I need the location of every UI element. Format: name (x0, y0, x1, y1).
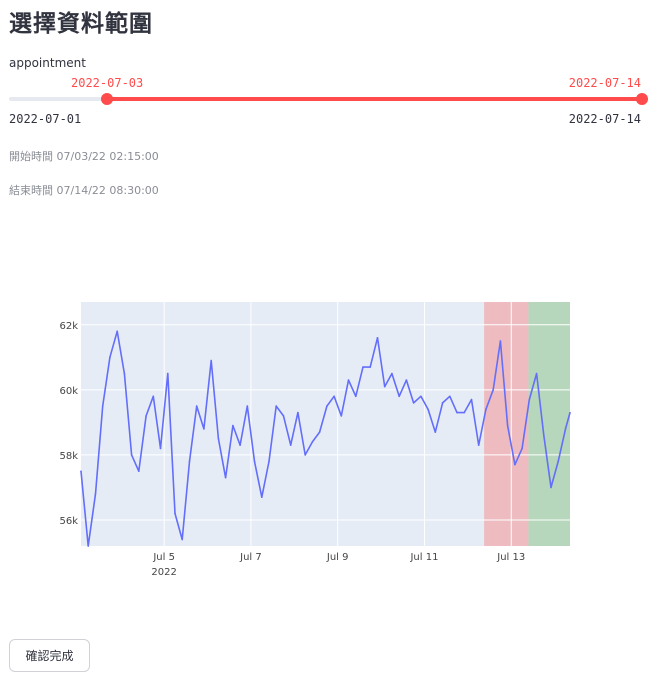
data-point (542, 434, 545, 437)
data-point (550, 486, 552, 489)
data-point (362, 366, 364, 368)
data-point (347, 379, 350, 381)
slider-min-label: 2022-07-01 (9, 112, 82, 126)
data-point (166, 372, 169, 375)
y-tick-label: 62k (59, 321, 78, 332)
data-point (521, 447, 523, 450)
data-point (123, 372, 126, 375)
x-tick-label: Jul 5 (152, 552, 175, 563)
data-point (210, 359, 212, 362)
data-point (485, 408, 487, 411)
slider-max-label: 2022-07-14 (568, 112, 641, 126)
data-point (181, 538, 184, 541)
y-tick-label: 60k (59, 386, 78, 397)
data-point (569, 411, 571, 414)
data-point (535, 372, 538, 375)
data-point (239, 444, 241, 446)
slider-thumb-end[interactable] (636, 93, 648, 105)
x-year-label: 2022 (151, 567, 176, 578)
data-point (224, 476, 227, 479)
data-point (441, 402, 444, 404)
data-point (311, 441, 314, 443)
data-point (145, 415, 147, 417)
highlight-band-2 (528, 302, 570, 546)
data-point (369, 366, 372, 368)
data-point (376, 336, 379, 339)
data-point (246, 405, 249, 407)
data-point (203, 428, 205, 430)
data-point (109, 356, 111, 359)
data-point (101, 405, 104, 407)
slider-selected-range (107, 97, 642, 101)
x-tick-label: Jul 11 (409, 552, 438, 563)
start-time-text: 開始時間 07/03/22 02:15:00 (9, 150, 159, 163)
data-point (282, 415, 285, 417)
data-point (289, 444, 292, 446)
price-chart[interactable]: 56k 58k 60k 62k Jul 5 Jul 7 Jul 9 Jul 11 Jul 13 2… (0, 290, 600, 590)
data-point (383, 385, 386, 388)
data-point (174, 512, 176, 515)
data-point (340, 415, 343, 417)
x-tick-label: Jul 7 (239, 552, 262, 563)
x-tick-label: Jul 13 (496, 552, 525, 563)
data-point (557, 460, 560, 463)
data-point (499, 340, 502, 342)
confirm-button[interactable]: 確認完成 (9, 639, 90, 672)
data-point (188, 460, 191, 463)
data-point (448, 395, 451, 398)
data-point (130, 454, 133, 456)
data-point (333, 395, 335, 398)
data-point (80, 470, 82, 472)
data-point (275, 405, 278, 407)
y-tick-label: 58k (59, 451, 78, 462)
data-point (391, 372, 393, 375)
data-point (152, 395, 155, 398)
x-tick-label: Jul 9 (326, 552, 349, 563)
data-point (514, 463, 516, 466)
data-point (492, 389, 494, 391)
data-point (506, 424, 509, 427)
data-point (94, 493, 97, 495)
data-point (405, 379, 408, 381)
data-point (420, 395, 422, 398)
y-tick-label: 56k (59, 516, 78, 527)
data-point (232, 424, 234, 427)
data-point (470, 398, 473, 401)
data-point (463, 411, 466, 414)
data-point (217, 437, 220, 440)
data-point (354, 395, 357, 398)
slider-value-start: 2022-07-03 (71, 76, 144, 90)
data-point (268, 460, 270, 463)
slider-thumb-start[interactable] (101, 93, 113, 105)
data-point (260, 496, 263, 498)
data-point (318, 431, 321, 433)
data-point (253, 460, 256, 463)
data-point (326, 405, 328, 407)
highlight-band-1 (484, 302, 529, 546)
data-point (477, 444, 480, 446)
slider-label: appointment (9, 56, 86, 70)
data-point (412, 402, 415, 404)
end-time-text: 結束時間 07/14/22 08:30:00 (9, 184, 159, 197)
data-point (398, 395, 400, 398)
data-point (564, 428, 567, 430)
data-point (304, 454, 306, 456)
data-point (434, 431, 437, 433)
data-point (87, 545, 90, 547)
slider-value-end: 2022-07-14 (568, 76, 641, 90)
data-point (456, 411, 458, 414)
data-point (528, 398, 531, 401)
data-point (138, 470, 140, 472)
data-point (297, 411, 299, 414)
page-title: 選擇資料範圍 (9, 11, 153, 37)
data-point (116, 330, 118, 333)
data-point (159, 447, 162, 450)
data-point (195, 405, 198, 407)
data-point (427, 408, 429, 411)
